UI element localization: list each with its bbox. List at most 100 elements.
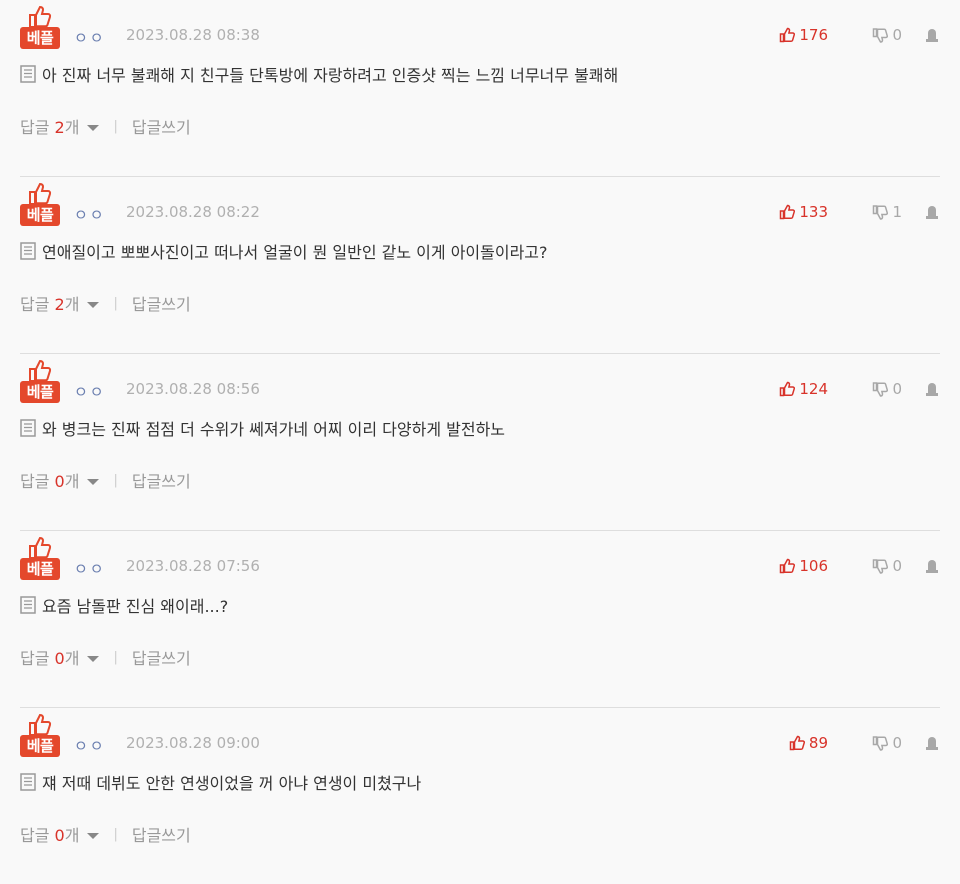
comment-item: 베플 ㅇㅇ 2023.08.28 09:00 89 0 쟤 저때 데뷔도 안한 … bbox=[20, 708, 940, 884]
reply-toggle[interactable]: 답글 0개 bbox=[20, 468, 79, 492]
reply-count-unit: 개 bbox=[64, 649, 80, 668]
reply-toggle[interactable]: 답글 0개 bbox=[20, 645, 79, 669]
reply-toggle[interactable]: 답글 0개 bbox=[20, 822, 79, 846]
reply-toolbar: 답글 0개 | 답글쓰기 bbox=[20, 468, 191, 492]
thumbs-up-icon bbox=[29, 360, 52, 382]
report-icon[interactable] bbox=[924, 204, 940, 220]
like-button[interactable]: 124 bbox=[779, 380, 828, 398]
reply-count: 2 bbox=[54, 295, 65, 314]
chevron-down-icon[interactable] bbox=[87, 655, 100, 662]
write-reply-link[interactable]: 답글쓰기 bbox=[132, 114, 191, 138]
comment-item: 베플 ㅇㅇ 2023.08.28 08:22 133 1 연애질이고 뽀뽀사진이… bbox=[20, 177, 940, 354]
like-count: 106 bbox=[799, 557, 828, 575]
reply-count-unit: 개 bbox=[64, 826, 80, 845]
username[interactable]: ㅇㅇ bbox=[74, 381, 106, 402]
like-count: 124 bbox=[799, 380, 828, 398]
best-badge: 베플 bbox=[20, 183, 60, 226]
dislike-button[interactable]: 0 bbox=[872, 380, 902, 398]
divider: | bbox=[113, 472, 118, 488]
comment-date: 2023.08.28 07:56 bbox=[126, 557, 260, 575]
comment-text: 와 병크는 진짜 점점 더 수위가 쎄져가네 어찌 이리 다양하게 발전하노 bbox=[42, 420, 506, 439]
best-badge-label: 베플 bbox=[20, 735, 60, 757]
divider: | bbox=[113, 826, 118, 842]
reply-toolbar: 답글 0개 | 답글쓰기 bbox=[20, 822, 191, 846]
dislike-count: 1 bbox=[892, 203, 902, 221]
thumbs-down-icon bbox=[873, 559, 889, 574]
memo-icon bbox=[20, 773, 36, 791]
memo-icon bbox=[20, 242, 36, 260]
chevron-down-icon[interactable] bbox=[87, 478, 100, 485]
username[interactable]: ㅇㅇ bbox=[74, 735, 106, 756]
username[interactable]: ㅇㅇ bbox=[74, 558, 106, 579]
best-badge: 베플 bbox=[20, 537, 60, 580]
thumbs-up-icon bbox=[789, 735, 805, 751]
like-count: 133 bbox=[799, 203, 828, 221]
comment-list: 베플 ㅇㅇ 2023.08.28 08:38 176 0 아 진짜 너무 불쾌해… bbox=[0, 0, 960, 884]
reply-label: 답글 bbox=[20, 295, 50, 314]
thumbs-up-icon bbox=[29, 537, 52, 559]
comment-date: 2023.08.28 08:38 bbox=[126, 26, 260, 44]
like-button[interactable]: 133 bbox=[779, 203, 828, 221]
memo-icon bbox=[20, 419, 36, 437]
like-button[interactable]: 176 bbox=[779, 26, 828, 44]
write-reply-link[interactable]: 답글쓰기 bbox=[132, 822, 191, 846]
dislike-count: 0 bbox=[892, 26, 902, 44]
best-badge-label: 베플 bbox=[20, 27, 60, 49]
username[interactable]: ㅇㅇ bbox=[74, 204, 106, 225]
comment-text-row: 연애질이고 뽀뽀사진이고 떠나서 얼굴이 뭔 일반인 같노 이게 아이돌이라고? bbox=[20, 239, 940, 263]
divider: | bbox=[113, 118, 118, 134]
divider: | bbox=[113, 649, 118, 665]
like-button[interactable]: 89 bbox=[789, 734, 828, 752]
comment-text: 연애질이고 뽀뽀사진이고 떠나서 얼굴이 뭔 일반인 같노 이게 아이돌이라고? bbox=[42, 243, 548, 262]
divider: | bbox=[113, 295, 118, 311]
thumbs-up-icon bbox=[780, 381, 796, 397]
best-badge-label: 베플 bbox=[20, 558, 60, 580]
comment-date: 2023.08.28 08:22 bbox=[126, 203, 260, 221]
thumbs-up-icon bbox=[780, 204, 796, 220]
chevron-down-icon[interactable] bbox=[87, 124, 100, 131]
report-icon[interactable] bbox=[924, 381, 940, 397]
thumbs-up-icon bbox=[780, 558, 796, 574]
reply-toggle[interactable]: 답글 2개 bbox=[20, 291, 79, 315]
best-badge-label: 베플 bbox=[20, 381, 60, 403]
reply-count-unit: 개 bbox=[64, 472, 80, 491]
report-icon[interactable] bbox=[924, 558, 940, 574]
comment-text-row: 쟤 저때 데뷔도 안한 연생이었을 꺼 아냐 연생이 미쳤구나 bbox=[20, 770, 940, 794]
comment-text: 쟤 저때 데뷔도 안한 연생이었을 꺼 아냐 연생이 미쳤구나 bbox=[42, 774, 422, 793]
best-badge-label: 베플 bbox=[20, 204, 60, 226]
dislike-button[interactable]: 0 bbox=[872, 734, 902, 752]
thumbs-up-icon bbox=[29, 714, 52, 736]
comment-text-row: 아 진짜 너무 불쾌해 지 친구들 단톡방에 자랑하려고 인증샷 찍는 느낌 너… bbox=[20, 62, 940, 86]
reply-count-unit: 개 bbox=[64, 118, 80, 137]
like-button[interactable]: 106 bbox=[779, 557, 828, 575]
dislike-button[interactable]: 1 bbox=[872, 203, 902, 221]
write-reply-link[interactable]: 답글쓰기 bbox=[132, 645, 191, 669]
reply-toolbar: 답글 2개 | 답글쓰기 bbox=[20, 291, 191, 315]
write-reply-link[interactable]: 답글쓰기 bbox=[132, 468, 191, 492]
reply-toolbar: 답글 0개 | 답글쓰기 bbox=[20, 645, 191, 669]
chevron-down-icon[interactable] bbox=[87, 832, 100, 839]
reply-count: 0 bbox=[54, 826, 65, 845]
reply-toolbar: 답글 2개 | 답글쓰기 bbox=[20, 114, 191, 138]
thumbs-down-icon bbox=[873, 736, 889, 751]
report-icon[interactable] bbox=[924, 735, 940, 751]
reply-label: 답글 bbox=[20, 118, 50, 137]
chevron-down-icon[interactable] bbox=[87, 301, 100, 308]
best-badge: 베플 bbox=[20, 714, 60, 757]
memo-icon bbox=[20, 596, 36, 614]
reply-count-unit: 개 bbox=[64, 295, 80, 314]
reply-label: 답글 bbox=[20, 826, 50, 845]
report-icon[interactable] bbox=[924, 27, 940, 43]
best-badge: 베플 bbox=[20, 6, 60, 49]
username[interactable]: ㅇㅇ bbox=[74, 27, 106, 48]
comment-text-row: 와 병크는 진짜 점점 더 수위가 쎄져가네 어찌 이리 다양하게 발전하노 bbox=[20, 416, 940, 440]
reply-toggle[interactable]: 답글 2개 bbox=[20, 114, 79, 138]
dislike-button[interactable]: 0 bbox=[872, 26, 902, 44]
like-count: 89 bbox=[808, 734, 828, 752]
reply-count: 0 bbox=[54, 472, 65, 491]
comment-text-row: 요즘 남돌판 진심 왜이래...? bbox=[20, 593, 940, 617]
write-reply-link[interactable]: 답글쓰기 bbox=[132, 291, 191, 315]
dislike-button[interactable]: 0 bbox=[872, 557, 902, 575]
reply-label: 답글 bbox=[20, 649, 50, 668]
dislike-count: 0 bbox=[892, 557, 902, 575]
